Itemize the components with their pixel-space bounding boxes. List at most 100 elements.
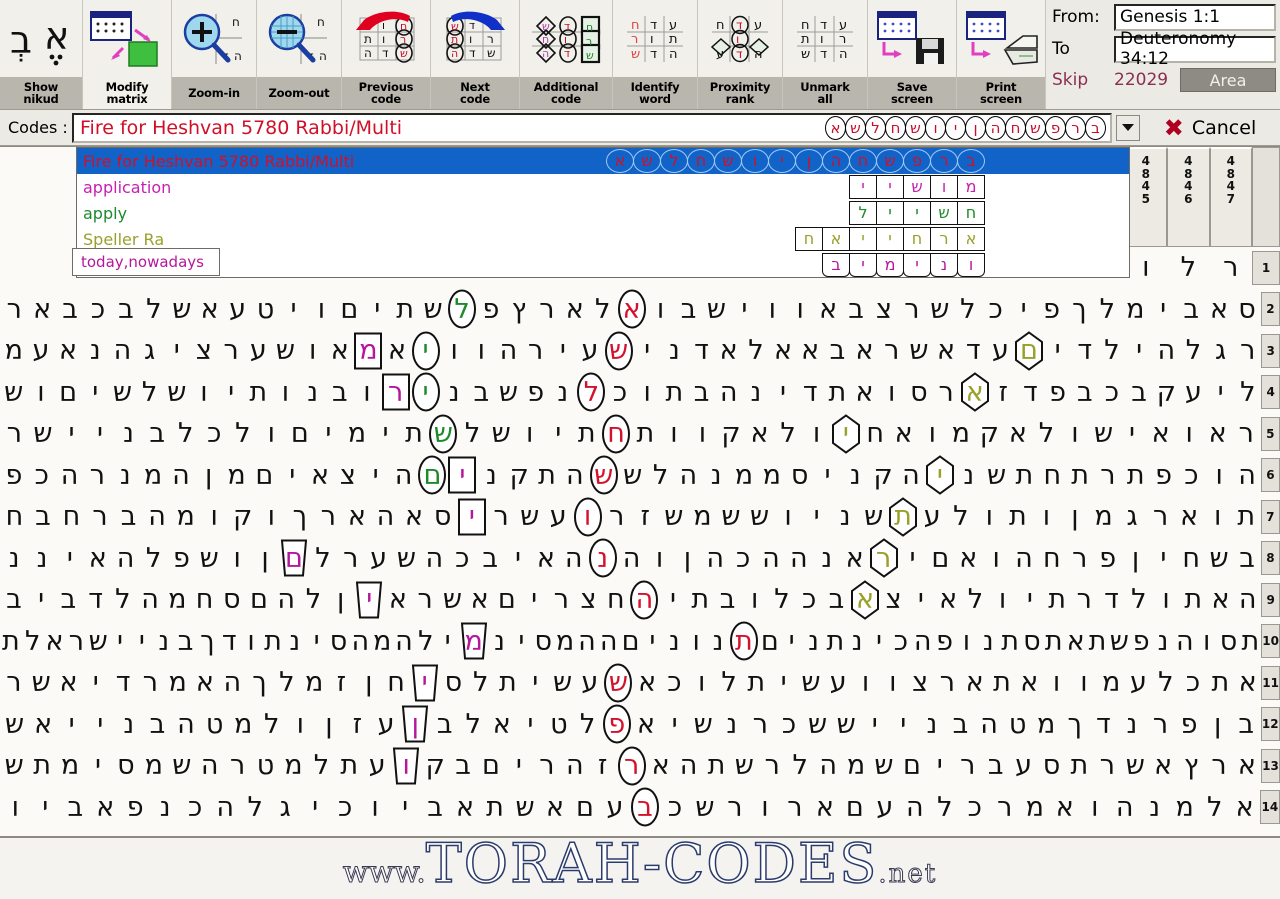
matrix-cell[interactable]: ם xyxy=(898,745,926,787)
matrix-cell[interactable]: ק xyxy=(717,413,746,455)
matrix-cell[interactable]: ב xyxy=(143,704,172,746)
matrix-cell[interactable]: ת xyxy=(400,413,429,455)
matrix-cell[interactable]: נ xyxy=(284,621,306,663)
matrix-cell[interactable]: ל xyxy=(742,330,769,372)
matrix-cell[interactable]: ש xyxy=(1121,745,1149,787)
matrix-cell[interactable]: ר xyxy=(869,538,899,580)
matrix-cell[interactable]: ו xyxy=(1205,455,1233,497)
matrix-cell[interactable]: ל xyxy=(1234,372,1261,414)
matrix-cell[interactable]: נ xyxy=(955,455,983,497)
matrix-cell[interactable]: ו xyxy=(852,662,879,704)
matrix-cell[interactable]: ד xyxy=(109,662,136,704)
matrix-cell[interactable]: ו xyxy=(441,330,468,372)
matrix-cell[interactable]: ש xyxy=(109,372,136,414)
matrix-cell[interactable]: י xyxy=(781,621,803,663)
matrix-cell[interactable]: ש xyxy=(832,704,861,746)
matrix-cell[interactable]: ש xyxy=(163,372,190,414)
matrix-cell[interactable]: ם xyxy=(286,413,315,455)
matrix-cell[interactable]: ת xyxy=(1011,455,1039,497)
matrix-cell[interactable]: י xyxy=(510,621,532,663)
matrix-cell[interactable]: א xyxy=(383,330,410,372)
matrix-cell[interactable]: ש xyxy=(926,289,954,331)
matrix-cell[interactable]: נ xyxy=(831,496,860,538)
matrix-cell[interactable]: ש xyxy=(690,787,720,829)
matrix-cell[interactable]: י xyxy=(1016,579,1043,621)
matrix-cell[interactable]: י xyxy=(642,621,664,663)
matrix-cell[interactable]: ל xyxy=(458,413,487,455)
matrix-cell[interactable]: ש xyxy=(439,579,466,621)
matrix-cell[interactable]: כ xyxy=(796,579,823,621)
matrix-cell[interactable]: נ xyxy=(846,621,868,663)
matrix-cell[interactable]: ן xyxy=(315,704,344,746)
matrix-cell[interactable]: ן xyxy=(327,579,354,621)
matrix-cell[interactable]: ת xyxy=(262,621,284,663)
matrix-cell[interactable]: מ xyxy=(139,455,167,497)
matrix-cell[interactable]: ס xyxy=(532,621,554,663)
matrix-cell[interactable]: ו xyxy=(758,289,786,331)
dropdown-item[interactable]: today,nowadaysבימינו xyxy=(77,252,1129,278)
matrix-cell[interactable]: ו xyxy=(307,289,335,331)
matrix-cell[interactable]: ע xyxy=(1125,662,1152,704)
matrix-cell[interactable]: א xyxy=(769,330,796,372)
matrix-cell[interactable]: ם xyxy=(245,579,272,621)
matrix-cell[interactable]: מ xyxy=(280,745,308,787)
matrix-cell[interactable]: ר xyxy=(84,455,112,497)
matrix-cell[interactable]: ש xyxy=(168,745,196,787)
matrix-cell[interactable]: כ xyxy=(660,787,690,829)
matrix-cell[interactable]: א xyxy=(633,662,660,704)
matrix-cell[interactable]: ל xyxy=(309,538,337,580)
matrix-cell[interactable]: ה xyxy=(495,330,522,372)
row-header[interactable]: 8 xyxy=(1261,541,1280,575)
matrix-cell[interactable]: מ xyxy=(140,745,168,787)
matrix-cell[interactable]: ם xyxy=(759,621,781,663)
matrix-cell[interactable]: מ xyxy=(554,621,576,663)
matrix-cell[interactable]: ת xyxy=(824,621,846,663)
codes-dropdown-list[interactable]: Fire for Heshvan 5780 Rabbi/Multiאשלחשוי… xyxy=(76,147,1130,278)
dropdown-item[interactable]: applicationיישומ xyxy=(77,174,1129,200)
matrix-cell[interactable]: ט xyxy=(252,745,280,787)
matrix-cell[interactable]: פ xyxy=(477,289,505,331)
matrix-cell[interactable]: פ xyxy=(1038,289,1066,331)
matrix-cell[interactable]: צ xyxy=(906,662,933,704)
matrix-cell[interactable]: ת xyxy=(661,372,688,414)
matrix-cell[interactable]: י xyxy=(57,413,86,455)
matrix-cell[interactable]: ן xyxy=(1061,496,1090,538)
matrix-cell[interactable]: ב xyxy=(1126,372,1153,414)
row-header[interactable]: 3 xyxy=(1261,334,1280,368)
matrix-cell[interactable]: י xyxy=(354,579,384,621)
matrix-cell[interactable]: א xyxy=(932,330,959,372)
matrix-cell[interactable]: ר xyxy=(746,704,775,746)
matrix-cell[interactable]: נ xyxy=(115,704,144,746)
matrix-cell[interactable]: ה xyxy=(912,621,934,663)
matrix-cell[interactable]: ו xyxy=(360,787,390,829)
matrix-cell[interactable]: י xyxy=(660,704,689,746)
matrix-cell[interactable]: ט xyxy=(252,289,280,331)
matrix-cell[interactable]: א xyxy=(55,662,82,704)
matrix-cell[interactable]: ך xyxy=(246,662,273,704)
matrix-cell[interactable]: ז xyxy=(990,372,1017,414)
matrix-cell[interactable]: ב xyxy=(823,579,850,621)
matrix-cell[interactable]: ל xyxy=(1152,662,1179,704)
matrix-cell[interactable]: ת xyxy=(533,455,561,497)
matrix-cell[interactable]: ל xyxy=(22,621,44,663)
matrix-cell[interactable]: ו xyxy=(1203,496,1232,538)
matrix-cell[interactable]: ד xyxy=(82,579,109,621)
matrix-cell[interactable]: ו xyxy=(299,330,326,372)
matrix-cell[interactable]: ו xyxy=(741,579,768,621)
matrix-cell[interactable]: נ xyxy=(918,704,947,746)
matrix-cell[interactable]: י xyxy=(1010,289,1038,331)
matrix-cell[interactable]: ת xyxy=(0,621,22,663)
matrix-cell[interactable]: ת xyxy=(824,372,851,414)
matrix-cell[interactable]: י xyxy=(770,662,797,704)
matrix-cell[interactable]: ת xyxy=(743,662,770,704)
matrix-cell[interactable]: א xyxy=(487,704,516,746)
matrix-cell[interactable]: ר xyxy=(1066,538,1094,580)
matrix-cell[interactable]: ו xyxy=(468,330,495,372)
matrix-cell[interactable]: ב xyxy=(112,289,140,331)
toolbar-button-previous-code[interactable]: ת ו ה ד ו ח ר ש Previous code xyxy=(342,0,431,109)
matrix-cell[interactable]: פ xyxy=(602,704,632,746)
matrix-cell[interactable]: ת xyxy=(687,579,714,621)
matrix-cell[interactable]: ל xyxy=(240,787,270,829)
matrix-cell[interactable]: ת xyxy=(245,372,272,414)
matrix-cell[interactable]: ה xyxy=(618,538,646,580)
